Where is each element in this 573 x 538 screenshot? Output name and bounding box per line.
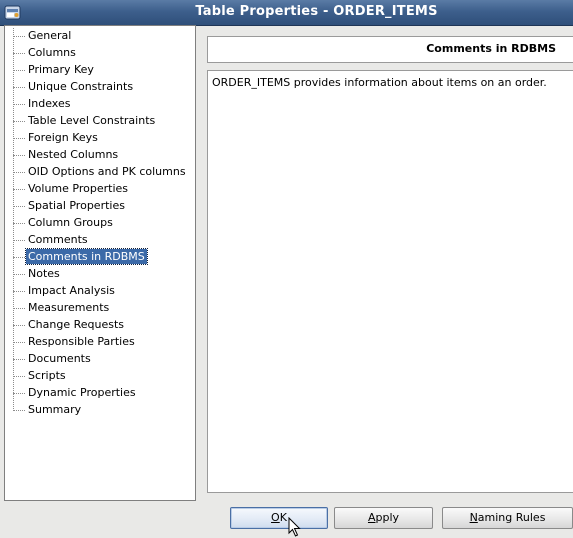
nav-item-label: Unique Constraints [28, 80, 134, 93]
naming-rules-button-label: Naming Rules [469, 511, 546, 524]
section-header: Comments in RDBMS [207, 36, 573, 63]
nav-item-label: Comments [28, 233, 88, 246]
nav-item-scripts[interactable]: Scripts [5, 367, 188, 384]
nav-item-responsible-parties[interactable]: Responsible Parties [5, 333, 188, 350]
nav-item-change-requests[interactable]: Change Requests [5, 316, 188, 333]
nav-item-label: Foreign Keys [28, 131, 98, 144]
nav-item-label: Responsible Parties [28, 335, 135, 348]
nav-item-comments[interactable]: Comments [5, 231, 188, 248]
naming-rules-button[interactable]: Naming Rules [442, 507, 573, 529]
nav-item-label: Table Level Constraints [28, 114, 156, 127]
nav-item-measurements[interactable]: Measurements [5, 299, 188, 316]
nav-item-label: Comments in RDBMS [25, 248, 148, 265]
nav-item-unique-constraints[interactable]: Unique Constraints [5, 78, 188, 95]
section-title: Comments in RDBMS [426, 42, 556, 55]
nav-item-label: Change Requests [28, 318, 125, 331]
nav-item-label: Column Groups [28, 216, 113, 229]
window-title: Table Properties - ORDER_ITEMS [195, 4, 438, 19]
nav-item-label: Scripts [28, 369, 66, 382]
nav-item-dynamic-properties[interactable]: Dynamic Properties [5, 384, 188, 401]
mouse-pointer-icon [288, 517, 301, 537]
nav-item-foreign-keys[interactable]: Foreign Keys [5, 129, 188, 146]
comment-textarea[interactable]: ORDER_ITEMS provides information about i… [207, 70, 573, 493]
nav-item-label: Spatial Properties [28, 199, 125, 212]
apply-button-label: Apply [367, 511, 400, 524]
nav-item-general[interactable]: General [5, 27, 188, 44]
property-category-tree[interactable]: General Columns Primary Key Unique Constrai… [4, 25, 196, 501]
nav-item-label: General [28, 29, 72, 42]
nav-item-columns[interactable]: Columns [5, 44, 188, 61]
category-list: General Columns Primary Key Unique Constrai… [5, 27, 188, 418]
nav-item-label: Documents [28, 352, 91, 365]
nav-item-oid-options-and-pk-columns[interactable]: OID Options and PK columns [5, 163, 188, 180]
ok-button[interactable]: OK [230, 507, 328, 529]
comment-text: ORDER_ITEMS provides information about i… [212, 76, 547, 89]
nav-item-summary[interactable]: Summary [5, 401, 188, 418]
nav-item-volume-properties[interactable]: Volume Properties [5, 180, 188, 197]
nav-item-table-level-constraints[interactable]: Table Level Constraints [5, 112, 188, 129]
nav-item-indexes[interactable]: Indexes [5, 95, 188, 112]
nav-item-label: Primary Key [28, 63, 94, 76]
nav-item-label: Columns [28, 46, 76, 59]
nav-item-nested-columns[interactable]: Nested Columns [5, 146, 188, 163]
nav-item-comments-in-rdbms[interactable]: Comments in RDBMS [5, 248, 188, 265]
title-bar[interactable]: Table Properties - ORDER_ITEMS [0, 0, 573, 26]
nav-item-label: Notes [28, 267, 60, 280]
nav-item-label: Impact Analysis [28, 284, 115, 297]
nav-item-primary-key[interactable]: Primary Key [5, 61, 188, 78]
nav-item-label: OID Options and PK columns [28, 165, 186, 178]
nav-item-label: Nested Columns [28, 148, 119, 161]
apply-button[interactable]: Apply [334, 507, 433, 529]
table-properties-dialog: Table Properties - ORDER_ITEMS General Co… [0, 0, 573, 538]
nav-item-label: Dynamic Properties [28, 386, 136, 399]
nav-item-label: Summary [28, 403, 82, 416]
nav-item-spatial-properties[interactable]: Spatial Properties [5, 197, 188, 214]
nav-item-notes[interactable]: Notes [5, 265, 188, 282]
nav-item-documents[interactable]: Documents [5, 350, 188, 367]
nav-item-label: Measurements [28, 301, 110, 314]
ok-button-label: OK [271, 511, 287, 524]
nav-item-impact-analysis[interactable]: Impact Analysis [5, 282, 188, 299]
nav-item-label: Volume Properties [28, 182, 128, 195]
nav-item-label: Indexes [28, 97, 71, 110]
nav-item-column-groups[interactable]: Column Groups [5, 214, 188, 231]
